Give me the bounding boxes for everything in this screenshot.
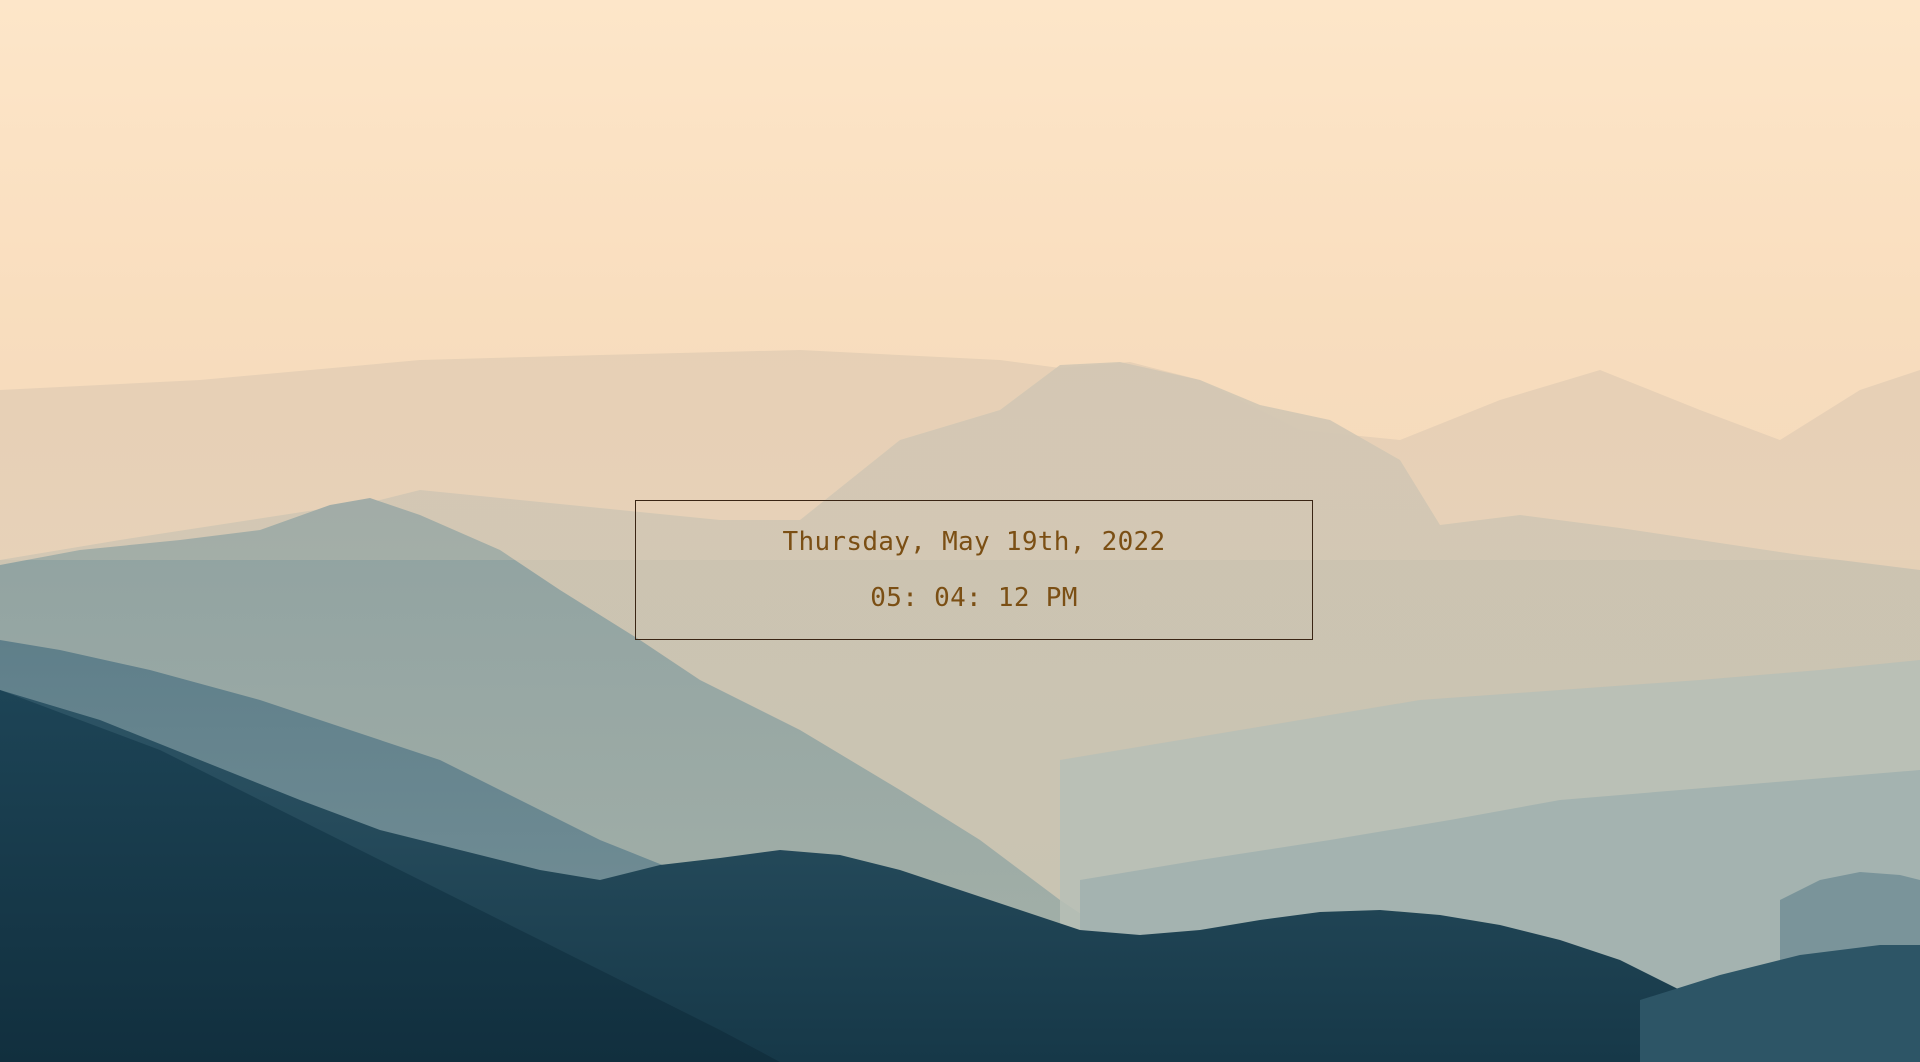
date-display: Thursday, May 19th, 2022 [782, 527, 1166, 557]
time-display: 05: 04: 12 PM [870, 583, 1078, 613]
clock-widget: Thursday, May 19th, 2022 05: 04: 12 PM [635, 500, 1313, 640]
